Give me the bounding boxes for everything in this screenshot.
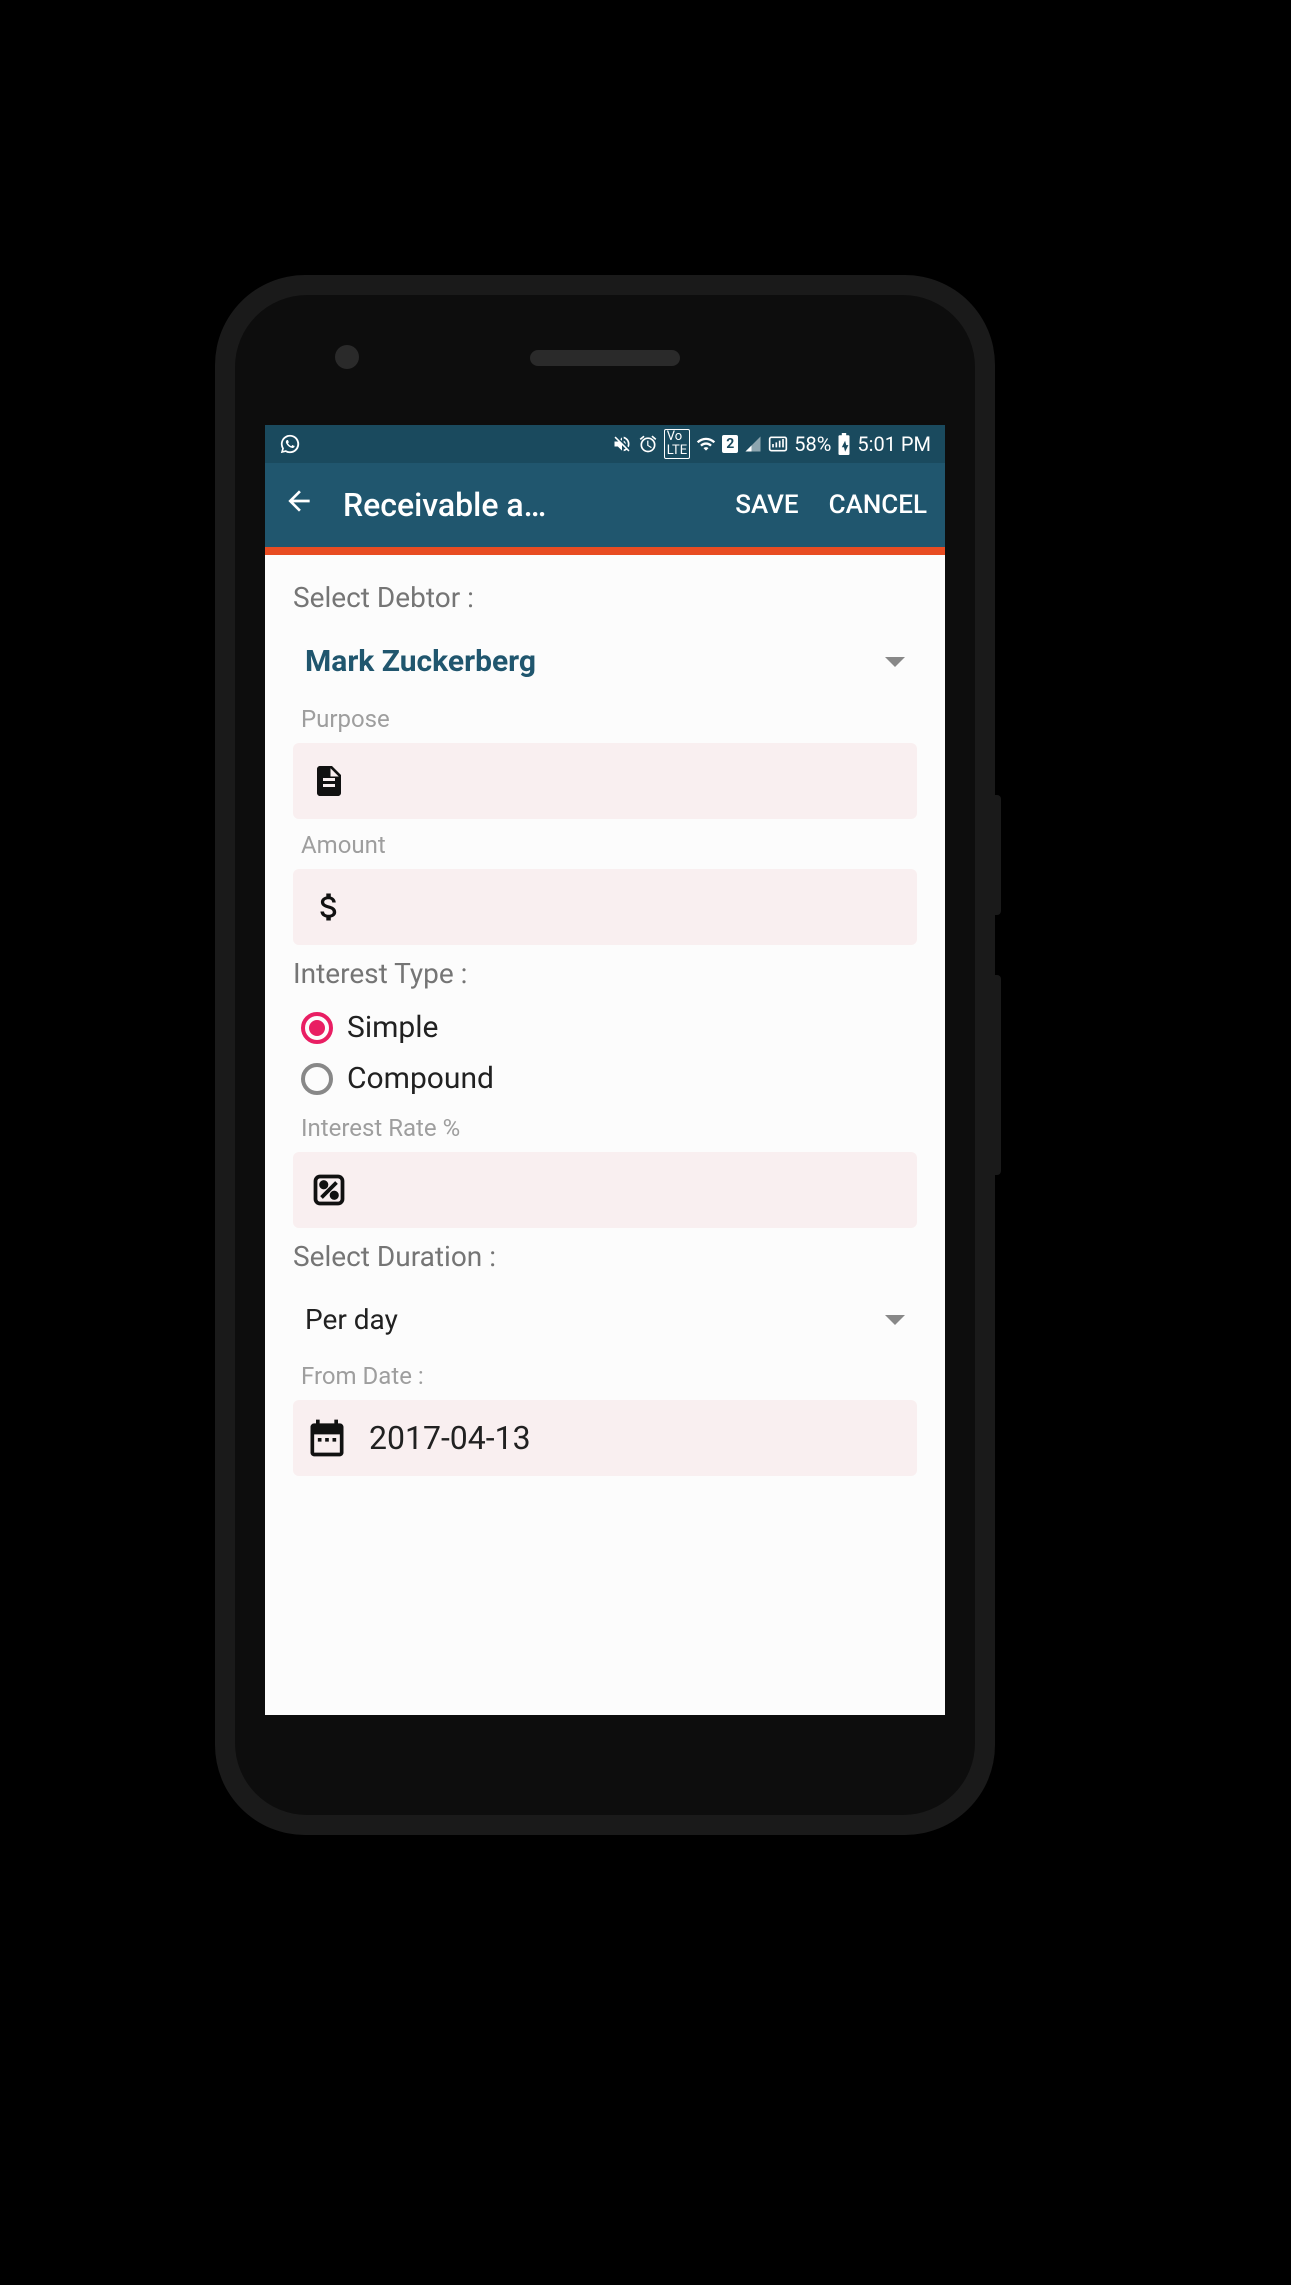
front-camera [335,345,359,369]
status-time: 5:01 PM [857,432,931,456]
speaker-grille [530,350,680,366]
power-button [993,795,1001,915]
calendar-icon [305,1416,349,1460]
page-title: Receivable a… [343,486,707,524]
interest-type-label: Interest Type : [293,957,917,990]
cancel-button[interactable]: CANCEL [829,490,927,520]
phone-frame: VoLTE 2 58% 5:01 PM Receivable a… SAVE [215,275,995,1835]
screen: VoLTE 2 58% 5:01 PM Receivable a… SAVE [265,425,945,1715]
form-content: Select Debtor : Mark Zuckerberg Purpose … [265,555,945,1715]
duration-value: Per day [305,1303,398,1336]
signal-icon-1 [744,435,762,453]
from-date-value: 2017-04-13 [369,1419,531,1457]
chevron-down-icon [885,657,905,667]
app-bar: Receivable a… SAVE CANCEL [265,463,945,547]
radio-simple-label: Simple [347,1010,438,1045]
radio-compound[interactable]: Compound [301,1053,917,1104]
volte-icon: VoLTE [664,429,690,460]
dollar-icon [311,889,347,925]
back-arrow-icon[interactable] [283,484,315,526]
battery-percent: 58% [794,432,831,456]
radio-icon [301,1063,333,1095]
radio-simple[interactable]: Simple [301,1002,917,1053]
debtor-value: Mark Zuckerberg [305,644,536,679]
interest-rate-label: Interest Rate % [301,1114,917,1142]
interest-type-radio-group: Simple Compound [301,1002,917,1104]
mute-icon [612,434,632,454]
volume-button [993,975,1001,1175]
select-duration-label: Select Duration : [293,1240,917,1273]
alarm-icon [638,434,658,454]
status-bar: VoLTE 2 58% 5:01 PM [265,425,945,463]
select-debtor-label: Select Debtor : [293,581,917,614]
from-date-picker[interactable]: 2017-04-13 [293,1400,917,1476]
purpose-label: Purpose [301,705,917,733]
duration-dropdown[interactable]: Per day [293,1285,917,1354]
battery-icon [837,433,851,455]
status-left [279,433,301,455]
whatsapp-icon [279,433,301,455]
from-date-label: From Date : [301,1362,917,1390]
debtor-dropdown[interactable]: Mark Zuckerberg [293,626,917,697]
sim-icon: 2 [722,435,738,453]
wifi-icon [696,434,716,454]
app-actions: SAVE CANCEL [735,490,927,520]
interest-rate-input[interactable] [293,1152,917,1228]
save-button[interactable]: SAVE [735,490,798,520]
purpose-input[interactable] [293,743,917,819]
document-icon [311,763,347,799]
phone-inner: VoLTE 2 58% 5:01 PM Receivable a… SAVE [235,295,975,1815]
chevron-down-icon [885,1315,905,1325]
radio-icon [301,1012,333,1044]
percent-icon [311,1172,347,1208]
radio-compound-label: Compound [347,1061,494,1096]
accent-divider [265,547,945,555]
amount-label: Amount [301,831,917,859]
amount-input[interactable] [293,869,917,945]
status-right: VoLTE 2 58% 5:01 PM [612,429,931,460]
signal-icon-2 [768,434,788,454]
